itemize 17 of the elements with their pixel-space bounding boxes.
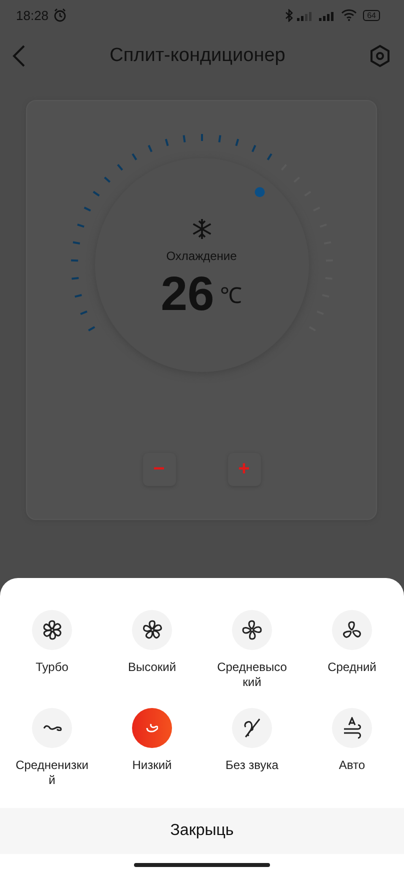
clock-time: 18:28 — [16, 8, 49, 22]
fan-mode-label: Средневысокий — [216, 660, 288, 690]
fan-mode-label: Авто — [338, 758, 366, 773]
fan-mode-label: Высокий — [126, 660, 178, 675]
fan-mode-label: Турбо — [34, 660, 70, 675]
battery-indicator: 64 — [363, 10, 380, 20]
temperature-unit: ℃ — [220, 282, 242, 309]
fan-mode-label: Низкий — [131, 758, 173, 773]
decrease-button[interactable]: − — [142, 453, 176, 486]
fan-mode-label: Без звука — [224, 758, 280, 773]
temperature-value: 26 — [160, 269, 214, 321]
increase-button[interactable]: + — [228, 453, 260, 486]
fan-mode-label: Средненизкий — [15, 758, 89, 788]
page-title: Сплит-кондиционер — [108, 45, 286, 67]
close-button[interactable]: Закрыць — [0, 808, 404, 854]
mode-label: Охлаждение — [166, 249, 237, 263]
fan-mode-label: Средний — [326, 660, 378, 675]
